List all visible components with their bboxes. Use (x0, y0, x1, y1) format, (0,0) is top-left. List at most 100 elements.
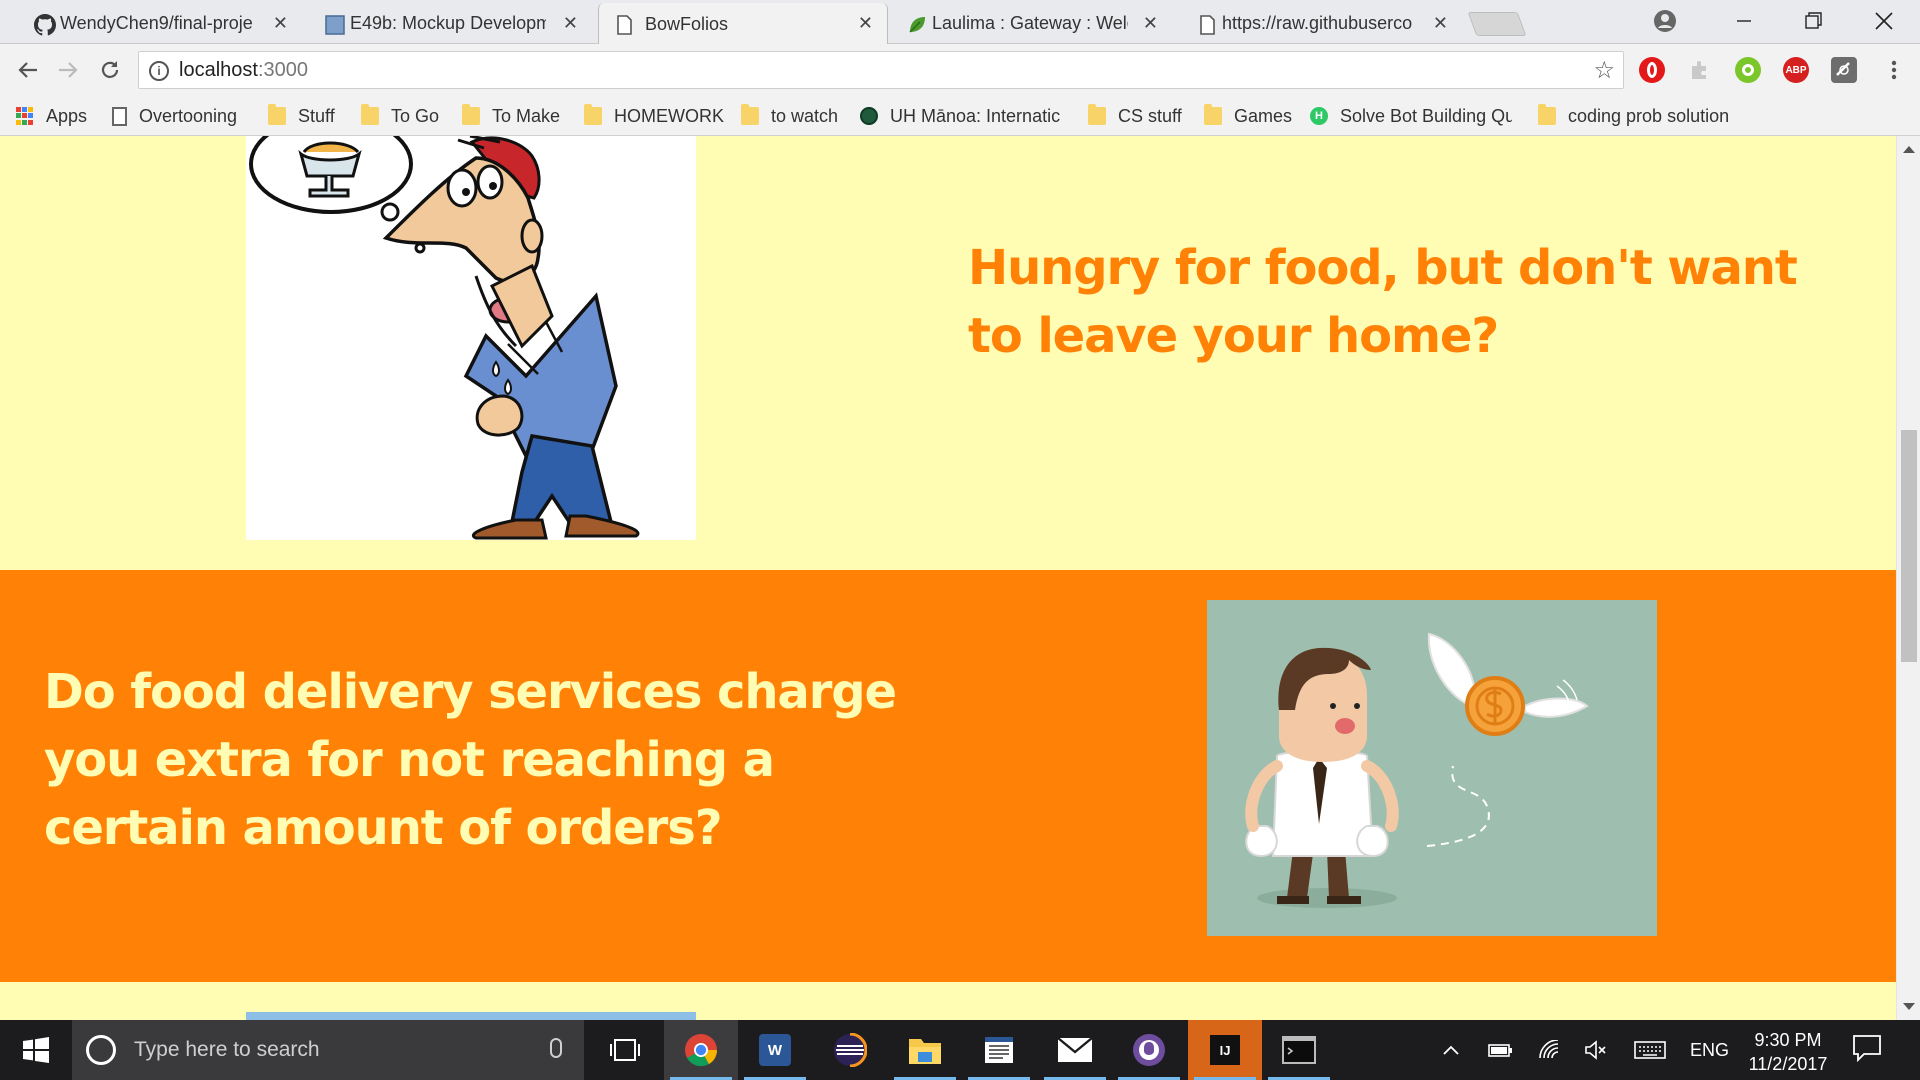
url-host: localhost (179, 59, 258, 81)
page-viewport: Hungry for food, but don't want to leave… (0, 136, 1896, 1020)
close-icon[interactable]: ✕ (858, 13, 873, 34)
back-button[interactable] (12, 54, 44, 86)
empty-pockets-illustration (1207, 600, 1657, 936)
minimize-button[interactable] (1709, 0, 1779, 42)
page-scrollbar[interactable] (1896, 136, 1920, 1020)
bookmark-stuff[interactable]: Stuff (268, 104, 335, 128)
new-tab-button[interactable] (1467, 12, 1527, 36)
eclipse-icon (834, 1033, 867, 1067)
adblock-icon[interactable]: ABP (1783, 57, 1809, 83)
bookmark-to-make[interactable]: To Make (462, 104, 560, 128)
start-button[interactable] (0, 1020, 72, 1080)
browser-toolbar: i localhost:3000 ☆ ABP (0, 44, 1920, 96)
forward-button[interactable] (52, 54, 84, 86)
camera-icon[interactable] (1831, 57, 1857, 83)
folder-icon (462, 104, 480, 125)
close-icon[interactable]: ✕ (1143, 13, 1158, 34)
scroll-down-icon[interactable] (1903, 1003, 1915, 1010)
language-text: ENG (1690, 1039, 1730, 1060)
clock[interactable]: 9:30 PM 11/2/2017 (1728, 1028, 1848, 1076)
adblock-label: ABP (1785, 64, 1807, 76)
q-icon[interactable] (1735, 57, 1761, 83)
taskbar-eclipse[interactable] (813, 1020, 887, 1080)
url-text[interactable]: localhost:3000 (179, 59, 308, 82)
task-view-button[interactable] (588, 1020, 662, 1080)
restore-button[interactable] (1779, 0, 1849, 42)
tab-github[interactable]: WendyChen9/final-proje ✕ (30, 3, 302, 44)
bookmark-solve-bot[interactable]: H Solve Bot Building Qu (1310, 104, 1512, 128)
kebab-menu-icon (1891, 60, 1897, 80)
bookmark-overtooning[interactable]: Overtooning (112, 104, 237, 128)
bookmark-star-icon[interactable]: ☆ (1593, 56, 1615, 85)
menu-button[interactable] (1878, 54, 1910, 86)
bookmarks-bar: Apps Overtooning Stuff To Go To Make HOM… (0, 96, 1920, 136)
microphone-icon[interactable] (550, 1038, 562, 1058)
bookmark-label: coding prob solution (1568, 105, 1730, 126)
leaf-icon (909, 17, 925, 33)
volume-muted-icon[interactable] (1584, 1020, 1608, 1080)
bookmark-games[interactable]: Games (1204, 104, 1292, 128)
wifi-icon[interactable] (1538, 1020, 1562, 1080)
hungry-man-illustration (246, 136, 696, 540)
hackerrank-icon: H (1310, 107, 1328, 125)
page-icon (1200, 15, 1215, 35)
taskbar-search[interactable]: Type here to search (72, 1020, 584, 1080)
close-window-button[interactable] (1849, 0, 1919, 42)
taskbar-terminal[interactable] (1262, 1020, 1336, 1080)
back-arrow-icon (18, 62, 37, 78)
close-icon[interactable]: ✕ (563, 13, 578, 34)
hungry-heading: Hungry for food, but don't want to leave… (968, 240, 1798, 364)
puzzle-icon[interactable] (1687, 57, 1713, 83)
taskbar-github-desktop[interactable] (1112, 1020, 1186, 1080)
page-icon (617, 15, 632, 35)
opera-icon[interactable] (1639, 57, 1665, 83)
bookmark-apps[interactable]: Apps (16, 104, 87, 128)
keyboard-icon[interactable] (1634, 1020, 1666, 1080)
address-bar[interactable]: i localhost:3000 ☆ (138, 51, 1624, 89)
tab-title: BowFolios (645, 13, 729, 34)
scrollbar-thumb[interactable] (1901, 430, 1917, 662)
show-hidden-icons-button[interactable] (1442, 1020, 1460, 1080)
bookmark-uh-manoa[interactable]: UH Mānoa: Internatic (860, 104, 1082, 128)
taskbar-word[interactable]: W (738, 1020, 812, 1080)
bookmark-to-watch[interactable]: to watch (741, 104, 838, 128)
battery-icon[interactable] (1488, 1020, 1514, 1080)
folder-icon (1538, 104, 1556, 125)
taskbar-chrome[interactable] (664, 1020, 738, 1080)
bookmark-coding-prob[interactable]: coding prob solution (1538, 104, 1744, 128)
action-center-button[interactable] (1852, 1034, 1888, 1064)
taskbar-mail[interactable] (1038, 1020, 1112, 1080)
taskbar-news[interactable] (962, 1020, 1036, 1080)
tab-title: E49b: Mockup Developm (350, 13, 546, 33)
close-icon[interactable]: ✕ (273, 13, 288, 34)
tab-strip: WendyChen9/final-proje ✕ E49b: Mockup De… (0, 0, 1920, 45)
next-section-image (246, 1012, 696, 1020)
intellij-letters: IJ (1219, 1042, 1231, 1058)
tab-mockup[interactable]: E49b: Mockup Developm ✕ (320, 3, 592, 44)
chrome-icon (685, 1034, 718, 1067)
word-letter: W (767, 1041, 783, 1059)
tab-bowfolios[interactable]: BowFolios ✕ (598, 3, 888, 45)
info-icon[interactable]: i (149, 61, 169, 81)
bookmark-cs-stuff[interactable]: CS stuff (1088, 104, 1182, 128)
close-icon[interactable]: ✕ (1433, 13, 1448, 34)
profile-icon[interactable] (1630, 0, 1700, 42)
reload-button[interactable] (94, 54, 126, 86)
tab-raw-github[interactable]: https://raw.githubuserco ✕ (1192, 3, 1462, 44)
search-placeholder: Type here to search (134, 1038, 320, 1061)
cortana-icon[interactable] (86, 1035, 116, 1065)
bookmark-to-go[interactable]: To Go (361, 104, 439, 128)
tab-title: Laulima : Gateway : Welc (932, 13, 1128, 33)
tab-laulima[interactable]: Laulima : Gateway : Welc ✕ (902, 3, 1172, 44)
chevron-up-icon (1443, 1045, 1459, 1055)
folder-icon (1088, 104, 1106, 125)
scroll-up-icon[interactable] (1903, 146, 1915, 153)
taskbar-file-explorer[interactable] (888, 1020, 962, 1080)
clock-date: 11/2/2017 (1748, 1054, 1828, 1074)
language-indicator[interactable]: ENG (1690, 1020, 1729, 1080)
bookmark-homework[interactable]: HOMEWORK (584, 104, 724, 128)
bookmark-label: CS stuff (1118, 105, 1182, 126)
notification-icon (1853, 1035, 1881, 1063)
taskbar-intellij[interactable]: IJ (1188, 1020, 1262, 1080)
terminal-icon (1282, 1036, 1316, 1064)
